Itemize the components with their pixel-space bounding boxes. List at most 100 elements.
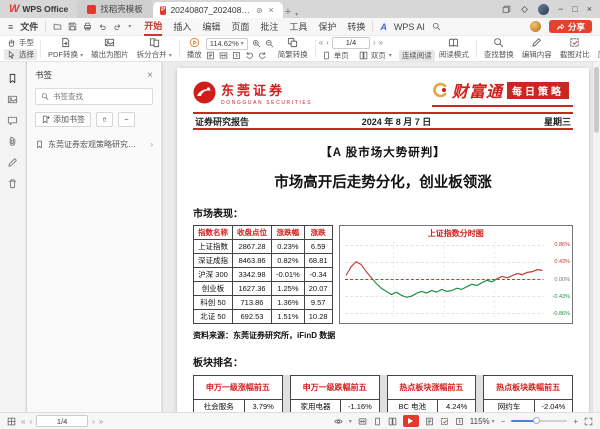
screenshot-compare-button[interactable]: 截图对比: [556, 37, 594, 60]
docer-template-tab[interactable]: 找稻壳模板: [77, 0, 153, 18]
zoom-slider-knob[interactable]: [532, 417, 540, 424]
tab-page[interactable]: 页面: [231, 18, 249, 36]
tab-home[interactable]: 开始: [144, 18, 163, 36]
split-window-icon[interactable]: [502, 5, 511, 14]
export-image-button[interactable]: 输出为图片: [87, 37, 133, 60]
next-page-button[interactable]: ›: [373, 38, 376, 47]
open-file-icon[interactable]: [53, 22, 62, 31]
sign-panel-icon[interactable]: [7, 178, 18, 189]
tab-tools[interactable]: 工具: [289, 18, 307, 36]
app-home-tab[interactable]: W WPS Office: [0, 0, 77, 18]
share-button[interactable]: 分享: [548, 20, 592, 33]
page-indicator-input[interactable]: [331, 36, 370, 49]
rotate-left-icon[interactable]: [245, 51, 254, 60]
thumbnail-panel-toggle-icon[interactable]: [7, 417, 16, 426]
add-bookmark-button[interactable]: 添加书签: [35, 112, 91, 127]
panel-close-icon[interactable]: ×: [147, 70, 153, 81]
user-avatar[interactable]: [538, 3, 550, 15]
first-page-button[interactable]: «: [319, 38, 323, 47]
fit-page-icon[interactable]: [206, 51, 215, 60]
attachments-panel-icon[interactable]: [7, 136, 18, 147]
tab-comment[interactable]: 批注: [260, 18, 278, 36]
print-icon[interactable]: [83, 22, 92, 31]
maximize-button[interactable]: □: [572, 4, 577, 14]
continuous-read-button[interactable]: 连续阅读: [398, 49, 435, 61]
double-page-mode-icon[interactable]: [388, 417, 397, 426]
tab-convert[interactable]: 转换: [347, 18, 365, 36]
save-icon[interactable]: [68, 22, 77, 31]
sc-convert-button[interactable]: 简繁转换: [274, 37, 312, 60]
read-mode-button[interactable]: 阅读模式: [435, 37, 473, 60]
compress-button[interactable]: 压缩: [594, 37, 600, 60]
bookmark-search-box[interactable]: [35, 88, 153, 105]
next-page-button[interactable]: ›: [92, 417, 95, 426]
fit-page-icon[interactable]: [425, 417, 434, 426]
zoom-level-control[interactable]: 115% ▾: [470, 417, 495, 426]
zoom-slider[interactable]: [511, 417, 568, 424]
zoom-in-icon[interactable]: [252, 39, 261, 48]
quick-access-caret-icon[interactable]: ▾: [128, 23, 131, 30]
first-page-button[interactable]: «: [21, 417, 25, 426]
tab-insert[interactable]: 插入: [173, 18, 191, 36]
close-tab-icon[interactable]: ×: [266, 5, 275, 15]
zoom-out-button[interactable]: −: [501, 417, 506, 426]
more-options-button[interactable]: [118, 112, 135, 127]
main-menu-icon[interactable]: ≡: [8, 22, 13, 32]
delete-bookmark-button[interactable]: [96, 112, 113, 127]
file-menu-button[interactable]: 文件: [20, 20, 38, 33]
zoom-value: 114.62%: [209, 39, 239, 48]
view-options-caret-icon[interactable]: ▾: [349, 418, 352, 425]
fit-window-icon[interactable]: [358, 417, 367, 426]
zoom-out-icon[interactable]: [265, 39, 274, 48]
slideshow-button[interactable]: [402, 415, 419, 427]
status-page-indicator-input[interactable]: [36, 415, 89, 427]
scrollbar-thumb[interactable]: [594, 67, 599, 133]
tab-edit[interactable]: 编辑: [202, 18, 220, 36]
find-replace-button[interactable]: 查找替换: [480, 37, 518, 60]
member-icon[interactable]: [529, 21, 541, 32]
skin-center-icon[interactable]: [520, 5, 529, 14]
play-button[interactable]: 播放: [183, 37, 206, 60]
double-page-button[interactable]: 双页 ▾: [356, 50, 395, 61]
tab-protect[interactable]: 保护: [318, 18, 336, 36]
hand-tool-button[interactable]: 手型: [4, 37, 37, 48]
zoom-in-button[interactable]: +: [573, 417, 578, 426]
bookmark-expand-chevron-icon[interactable]: ›: [150, 140, 153, 149]
fullscreen-icon[interactable]: [584, 417, 593, 426]
comments-panel-icon[interactable]: [7, 115, 18, 126]
redo-icon[interactable]: [113, 22, 122, 31]
bookmark-search-input[interactable]: [52, 92, 147, 101]
actual-size-icon[interactable]: [455, 417, 464, 426]
rotate-right-icon[interactable]: [258, 51, 267, 60]
market-table-cell: 68.81: [303, 253, 333, 268]
last-page-button[interactable]: »: [379, 38, 383, 47]
zoom-combobox[interactable]: 114.62% ▾: [205, 37, 248, 50]
fit-width-icon[interactable]: [219, 51, 228, 60]
close-window-button[interactable]: ×: [587, 4, 592, 14]
prev-page-button[interactable]: ‹: [326, 38, 329, 47]
split-merge-button[interactable]: 拆分合并 ▾: [133, 37, 176, 60]
annotation-pen-icon[interactable]: [7, 157, 18, 168]
edit-content-button[interactable]: 编辑内容: [518, 37, 556, 60]
single-page-button[interactable]: 单页: [319, 50, 352, 61]
thumbnails-panel-icon[interactable]: [7, 94, 18, 105]
document-tab[interactable]: P 20240807_202408_2024080 ×: [152, 2, 283, 18]
share-label: 分享: [567, 21, 585, 32]
actual-size-icon[interactable]: [232, 51, 241, 60]
view-options-eye-icon[interactable]: [334, 417, 343, 426]
vertical-scrollbar[interactable]: [592, 62, 600, 412]
screenshot-icon[interactable]: [440, 417, 449, 426]
minimize-button[interactable]: −: [558, 4, 563, 14]
bookmarks-panel-icon[interactable]: [7, 73, 18, 84]
pdf-convert-icon: [60, 37, 71, 48]
new-tab-button[interactable]: +: [283, 6, 293, 18]
last-page-button[interactable]: »: [99, 417, 103, 426]
select-tool-button[interactable]: 选择: [4, 49, 37, 60]
wps-ai-button[interactable]: WPS AI: [394, 22, 425, 32]
undo-icon[interactable]: [98, 22, 107, 31]
single-page-mode-icon[interactable]: [373, 417, 382, 426]
pdf-convert-button[interactable]: PDF转换 ▾: [44, 37, 87, 60]
ribbon-search-icon[interactable]: [432, 22, 441, 31]
prev-page-button[interactable]: ‹: [29, 417, 32, 426]
bookmark-list-item[interactable]: 东莞证券宏观策略研究团队: ›: [35, 139, 153, 150]
